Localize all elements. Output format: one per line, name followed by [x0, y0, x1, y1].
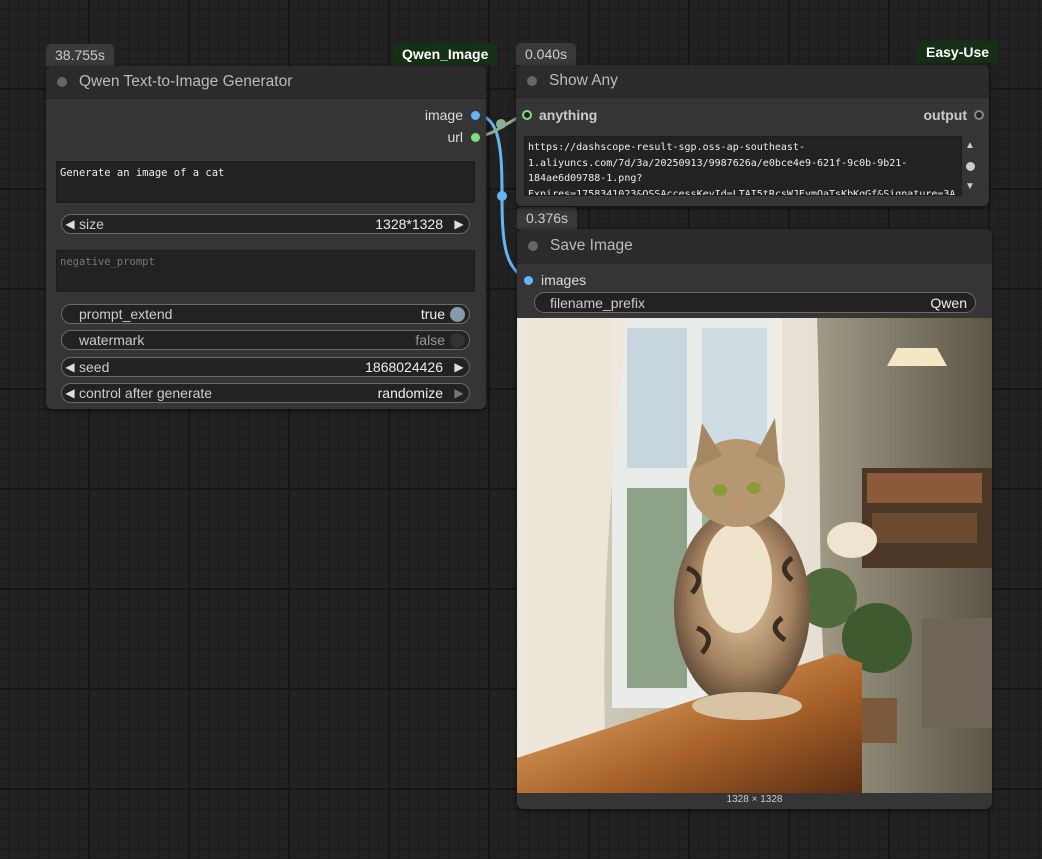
- seed-label: seed: [79, 359, 110, 375]
- scroll-up-icon[interactable]: ▲: [965, 140, 975, 151]
- cat-chest: [702, 523, 772, 633]
- shelf-books-top: [867, 473, 982, 503]
- show-any-title-bar[interactable]: Show Any: [516, 65, 989, 98]
- input-images-slot[interactable]: [524, 275, 533, 285]
- qwen-node-title: Qwen Text-to-Image Generator: [79, 73, 293, 90]
- text-line: 1.aliyuncs.com/7d/3a/20250913/9987626a/e…: [528, 157, 908, 169]
- toggle-icon[interactable]: [450, 332, 465, 348]
- prompt-extend-value: true: [420, 306, 445, 322]
- floor-lamp-shade: [827, 522, 877, 558]
- qwen-node[interactable]: Qwen Text-to-Image Generator image url G…: [46, 66, 486, 409]
- prompt-extend-label: prompt_extend: [79, 306, 173, 322]
- pendant-lamp: [887, 348, 947, 366]
- show-any-text[interactable]: https://dashscope-result-sgp.oss-ap-sout…: [524, 136, 962, 196]
- left-arrow-icon[interactable]: ◀: [62, 386, 78, 400]
- cat-eye-left: [713, 484, 727, 496]
- left-arrow-icon[interactable]: ◀: [62, 360, 78, 374]
- link-midpoint-image: [497, 191, 507, 201]
- input-anything-label: anything: [539, 107, 598, 123]
- qwen-node-title-bar[interactable]: Qwen Text-to-Image Generator: [46, 66, 486, 99]
- negative-prompt-textarea[interactable]: negative_prompt: [56, 250, 475, 292]
- collapse-dot-icon[interactable]: [528, 241, 538, 251]
- save-title: Save Image: [550, 237, 633, 254]
- control-value: randomize: [377, 385, 443, 401]
- show-any-title: Show Any: [549, 72, 618, 89]
- output-url-label: url: [447, 129, 463, 145]
- toggle-icon[interactable]: [450, 306, 465, 322]
- cat-eye-right: [747, 482, 761, 494]
- filename-prefix-widget[interactable]: filename_prefix Qwen: [534, 292, 976, 313]
- output-image[interactable]: image: [425, 107, 480, 123]
- prompt-textarea[interactable]: Generate an image of a cat: [56, 161, 475, 203]
- filename-prefix-value: Qwen: [930, 294, 967, 311]
- control-label: control after generate: [79, 385, 213, 401]
- right-arrow-icon[interactable]: ▶: [451, 386, 467, 400]
- show-any-time-badge: 0.040s: [516, 43, 577, 65]
- output-url[interactable]: url: [447, 129, 480, 145]
- cat-paws: [692, 692, 802, 720]
- show-any-tag-badge: Easy-Use: [917, 41, 999, 63]
- input-images-label: images: [541, 272, 587, 288]
- output-image-label: image: [424, 107, 463, 123]
- text-line: https://dashscope-result-sgp.oss-ap-sout…: [528, 142, 805, 153]
- shelf-books-bottom: [872, 513, 977, 543]
- right-arrow-icon[interactable]: ▶: [451, 360, 467, 374]
- input-anything-slot[interactable]: [522, 110, 532, 120]
- link-midpoint-url: [496, 119, 506, 129]
- window-glass-left: [627, 328, 687, 468]
- filename-prefix-label: filename_prefix: [550, 294, 645, 311]
- output-output[interactable]: output: [923, 107, 984, 123]
- qwen-tag-badge: Qwen_Image: [393, 43, 498, 65]
- text-scrollbar[interactable]: ▲ ▼: [962, 140, 978, 192]
- output-image-preview[interactable]: [517, 318, 992, 793]
- right-arrow-icon[interactable]: ▶: [451, 217, 467, 231]
- watermark-toggle[interactable]: watermark false: [61, 330, 470, 350]
- text-line: 184ae6d09788-1.png?: [528, 173, 643, 184]
- output-output-slot[interactable]: [974, 110, 984, 120]
- scroll-thumb[interactable]: [965, 161, 975, 171]
- input-images[interactable]: images: [524, 272, 586, 288]
- size-widget[interactable]: ◀ size 1328*1328 ▶: [61, 214, 470, 234]
- show-any-node[interactable]: Show Any anything output https://dashsco…: [516, 65, 989, 206]
- watermark-value: false: [415, 332, 445, 348]
- collapse-dot-icon[interactable]: [57, 77, 67, 87]
- output-image-slot[interactable]: [471, 110, 480, 120]
- scroll-down-icon[interactable]: ▼: [965, 181, 975, 192]
- save-time-badge: 0.376s: [517, 207, 578, 229]
- size-label: size: [79, 216, 104, 232]
- save-image-node[interactable]: Save Image images filename_prefix Qwen 1…: [517, 229, 992, 809]
- size-value: 1328*1328: [375, 216, 443, 232]
- control-after-generate-widget[interactable]: ◀ control after generate randomize ▶: [61, 383, 470, 403]
- left-arrow-icon[interactable]: ◀: [62, 217, 78, 231]
- input-anything[interactable]: anything: [522, 107, 597, 123]
- prompt-extend-toggle[interactable]: prompt_extend true: [61, 304, 470, 324]
- output-url-slot[interactable]: [471, 132, 480, 142]
- text-line: Expires=1758341023&OSSAccessKeyId=LTAI5t…: [528, 188, 956, 196]
- qwen-time-badge: 38.755s: [46, 44, 114, 66]
- watermark-label: watermark: [79, 332, 145, 348]
- output-output-label: output: [923, 107, 967, 123]
- collapse-dot-icon[interactable]: [527, 76, 537, 86]
- sofa: [922, 618, 992, 728]
- image-size-caption: 1328 × 1328: [726, 794, 783, 805]
- save-title-bar[interactable]: Save Image: [517, 229, 992, 264]
- seed-widget[interactable]: ◀ seed 1868024426 ▶: [61, 357, 470, 377]
- seed-value: 1868024426: [365, 359, 443, 375]
